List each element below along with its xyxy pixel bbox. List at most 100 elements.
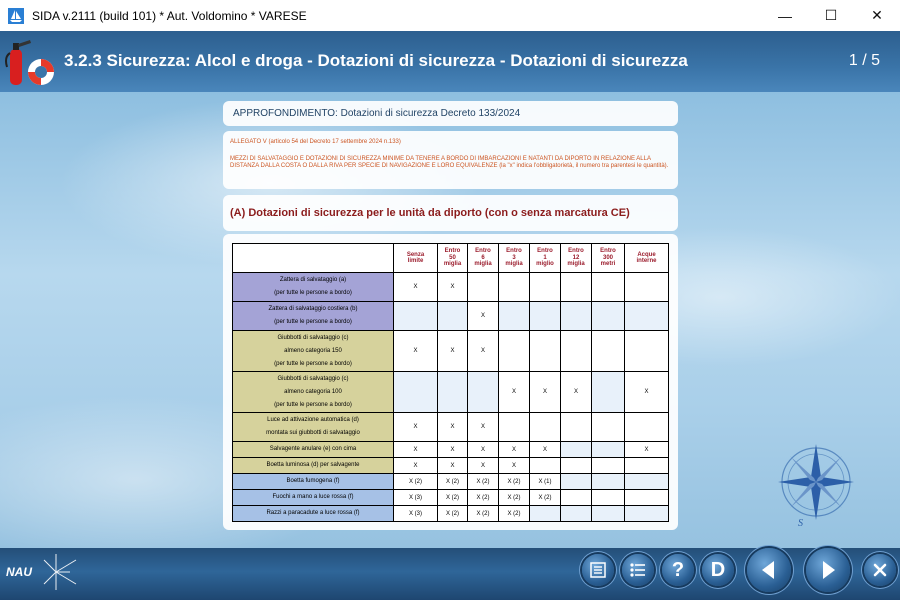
table-cell bbox=[560, 301, 592, 331]
allegato-description: MEZZI DI SALVATAGGIO E DOTAZIONI DI SICU… bbox=[230, 156, 669, 169]
row-label: Salvagente anulare (e) con cima bbox=[232, 441, 394, 458]
table-cell bbox=[498, 330, 530, 372]
list-bullets-icon bbox=[630, 563, 645, 577]
compass-rose-icon: S bbox=[768, 440, 864, 530]
table-cell: X bbox=[467, 441, 499, 458]
table-cell bbox=[624, 412, 669, 442]
table-cell bbox=[560, 489, 592, 506]
table-cell bbox=[498, 412, 530, 442]
life-ring-icon bbox=[28, 59, 54, 85]
table-cell bbox=[529, 301, 561, 331]
table-cell: X bbox=[467, 412, 499, 442]
table-row: Giubbotti di salvataggio (c) almeno categ… bbox=[232, 330, 669, 372]
col-header-entro-300: Entro 300 metri bbox=[591, 243, 625, 273]
row-label: Zattera di salvataggio costiera (b) (per … bbox=[232, 301, 394, 331]
table-cell bbox=[529, 505, 561, 522]
row-label: Fuochi a mano a luce rossa (f) bbox=[232, 489, 394, 506]
maximize-button[interactable]: ☐ bbox=[808, 0, 854, 31]
safety-equipment-table: Senza limite Entro 50 miglia Entro 6 miglia E… bbox=[232, 243, 669, 522]
table-cell bbox=[591, 412, 625, 442]
table-cell bbox=[467, 371, 499, 413]
lesson-header: 3.2.3 Sicurezza: Alcol e droga - Dotazio… bbox=[0, 31, 900, 92]
table-cell: X (2) bbox=[467, 473, 499, 490]
table-cell: X bbox=[560, 371, 592, 413]
index-button[interactable] bbox=[582, 554, 614, 586]
svg-text:NAU: NAU bbox=[6, 565, 32, 579]
table-row: Boetta fumogena (f) X (2) X (2) X (2) X (2) X… bbox=[232, 473, 669, 490]
table-cell bbox=[529, 457, 561, 474]
table-cell bbox=[591, 371, 625, 413]
table-cell: X bbox=[437, 330, 468, 372]
table-cell bbox=[624, 473, 669, 490]
next-button[interactable] bbox=[806, 548, 850, 592]
table-cell: X (2) bbox=[467, 505, 499, 522]
table-cell bbox=[591, 489, 625, 506]
allegato-reference: ALLEGATO V (articolo 54 del Decreto 17 s… bbox=[230, 139, 401, 145]
table-cell bbox=[560, 505, 592, 522]
table-cell: X (2) bbox=[529, 489, 561, 506]
table-header-corner bbox=[232, 243, 394, 273]
table-cell: X bbox=[393, 272, 438, 302]
table-row: Razzi a paracadute a luce rossa (f) X (3)… bbox=[232, 505, 669, 522]
table-cell: X bbox=[624, 371, 669, 413]
table-cell bbox=[591, 441, 625, 458]
table-cell bbox=[560, 457, 592, 474]
list-doc-icon bbox=[590, 562, 606, 578]
table-cell: X (2) bbox=[498, 489, 530, 506]
table-cell bbox=[624, 330, 669, 372]
row-label: Giubbotti di salvataggio (c) almeno categ… bbox=[232, 330, 394, 372]
row-label: Boetta fumogena (f) bbox=[232, 473, 394, 490]
table-cell bbox=[560, 330, 592, 372]
table-cell bbox=[591, 473, 625, 490]
dictionary-button[interactable]: D bbox=[702, 554, 734, 586]
table-cell: X bbox=[529, 441, 561, 458]
previous-button[interactable] bbox=[747, 548, 791, 592]
table-cell: X bbox=[498, 457, 530, 474]
table-cell: X bbox=[437, 441, 468, 458]
topics-button[interactable] bbox=[622, 554, 654, 586]
table-cell bbox=[591, 457, 625, 474]
table-cell: X bbox=[498, 441, 530, 458]
table-cell: X bbox=[498, 371, 530, 413]
question-icon: ? bbox=[671, 558, 685, 581]
table-cell: X (2) bbox=[393, 473, 438, 490]
approfondimento-panel: APPROFONDIMENTO: Dotazioni di sicurezza … bbox=[223, 101, 678, 126]
table-cell: X bbox=[467, 457, 499, 474]
row-label: Boetta luminosa (d) per salvagente bbox=[232, 457, 394, 474]
allegato-panel: ALLEGATO V (articolo 54 del Decreto 17 s… bbox=[223, 131, 678, 189]
section-title: (A) Dotazioni di sicurezza per le unità … bbox=[230, 207, 630, 219]
table-cell bbox=[591, 272, 625, 302]
window-titlebar: SIDA v.2111 (build 101) * Aut. Voldomino… bbox=[0, 0, 900, 31]
table-cell bbox=[591, 505, 625, 522]
app-sailboat-icon bbox=[8, 7, 24, 24]
exit-button[interactable] bbox=[864, 554, 896, 586]
row-label: Zattera di salvataggio (a) (per tutte le … bbox=[232, 272, 394, 302]
nau-logo: NAU bbox=[4, 552, 78, 592]
table-cell: X bbox=[467, 301, 499, 331]
close-window-button[interactable]: ✕ bbox=[854, 0, 900, 31]
arrow-right-icon bbox=[823, 561, 835, 579]
help-button[interactable]: ? bbox=[662, 554, 694, 586]
row-label: Razzi a paracadute a luce rossa (f) bbox=[232, 505, 394, 522]
table-row: Fuochi a mano a luce rossa (f) X (3) X (2)… bbox=[232, 489, 669, 506]
table-cell bbox=[437, 301, 468, 331]
table-cell bbox=[437, 371, 468, 413]
table-cell bbox=[624, 301, 669, 331]
row-label: Giubbotti di salvataggio (c) almeno categ… bbox=[232, 371, 394, 413]
table-cell bbox=[498, 272, 530, 302]
col-header-acque-interne: Acque interne bbox=[624, 243, 669, 273]
table-cell: X (2) bbox=[498, 505, 530, 522]
safety-logo bbox=[4, 35, 60, 89]
table-cell: X bbox=[393, 441, 438, 458]
table-cell: X bbox=[393, 412, 438, 442]
table-row: Luce ad attivazione automatica (d) montat… bbox=[232, 412, 669, 442]
table-cell bbox=[560, 473, 592, 490]
table-cell bbox=[624, 457, 669, 474]
minimize-button[interactable]: — bbox=[762, 0, 808, 31]
col-header-entro-6: Entro 6 miglia bbox=[467, 243, 499, 273]
table-header-row: Senza limite Entro 50 miglia Entro 6 miglia E… bbox=[232, 243, 669, 273]
fire-extinguisher-icon bbox=[5, 40, 31, 85]
d-icon: D bbox=[710, 558, 726, 581]
table-cell: X bbox=[437, 412, 468, 442]
table-cell bbox=[393, 301, 438, 331]
